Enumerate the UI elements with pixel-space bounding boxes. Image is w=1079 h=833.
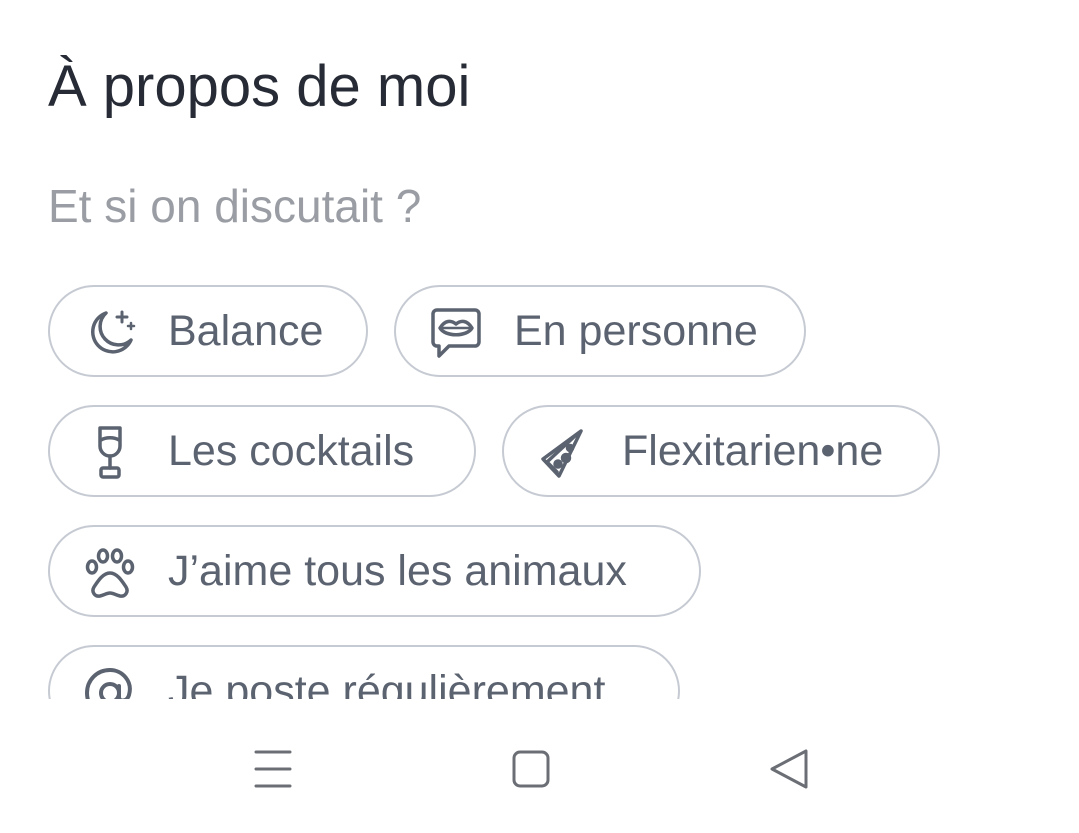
chip-flexitarien[interactable]: Flexitarien•ne [502,405,940,497]
home-square-icon[interactable] [506,744,556,794]
about-me-title: À propos de moi [48,54,471,119]
chip-cocktails[interactable]: Les cocktails [48,405,476,497]
chip-label: Balance [168,307,324,355]
chip-animaux[interactable]: J’aime tous les animaux [48,525,701,617]
paw-icon [81,544,139,602]
lips-speech-bubble-icon [427,304,485,362]
chip-label: J’aime tous les animaux [168,547,627,595]
interest-chips-list: Balance En personne Les cocktails Flexit… [0,270,1079,699]
chip-label: Flexitarien•ne [622,427,884,475]
menu-icon[interactable] [248,744,298,794]
chip-poste-regulierement[interactable]: Je poste régulièrement [48,645,680,699]
about-me-subtitle: Et si on discutait ? [48,180,422,232]
at-sign-icon [81,664,139,699]
pizza-slice-icon [535,424,593,482]
back-triangle-icon[interactable] [764,744,814,794]
chip-balance[interactable]: Balance [48,285,368,377]
chip-en-personne[interactable]: En personne [394,285,806,377]
system-navigation-bar [0,700,1079,833]
moon-stars-icon [81,304,139,362]
chip-label: En personne [514,307,758,355]
wine-glass-icon [81,424,139,482]
chip-label: Les cocktails [168,427,415,475]
chip-label: Je poste régulièrement [168,667,606,699]
